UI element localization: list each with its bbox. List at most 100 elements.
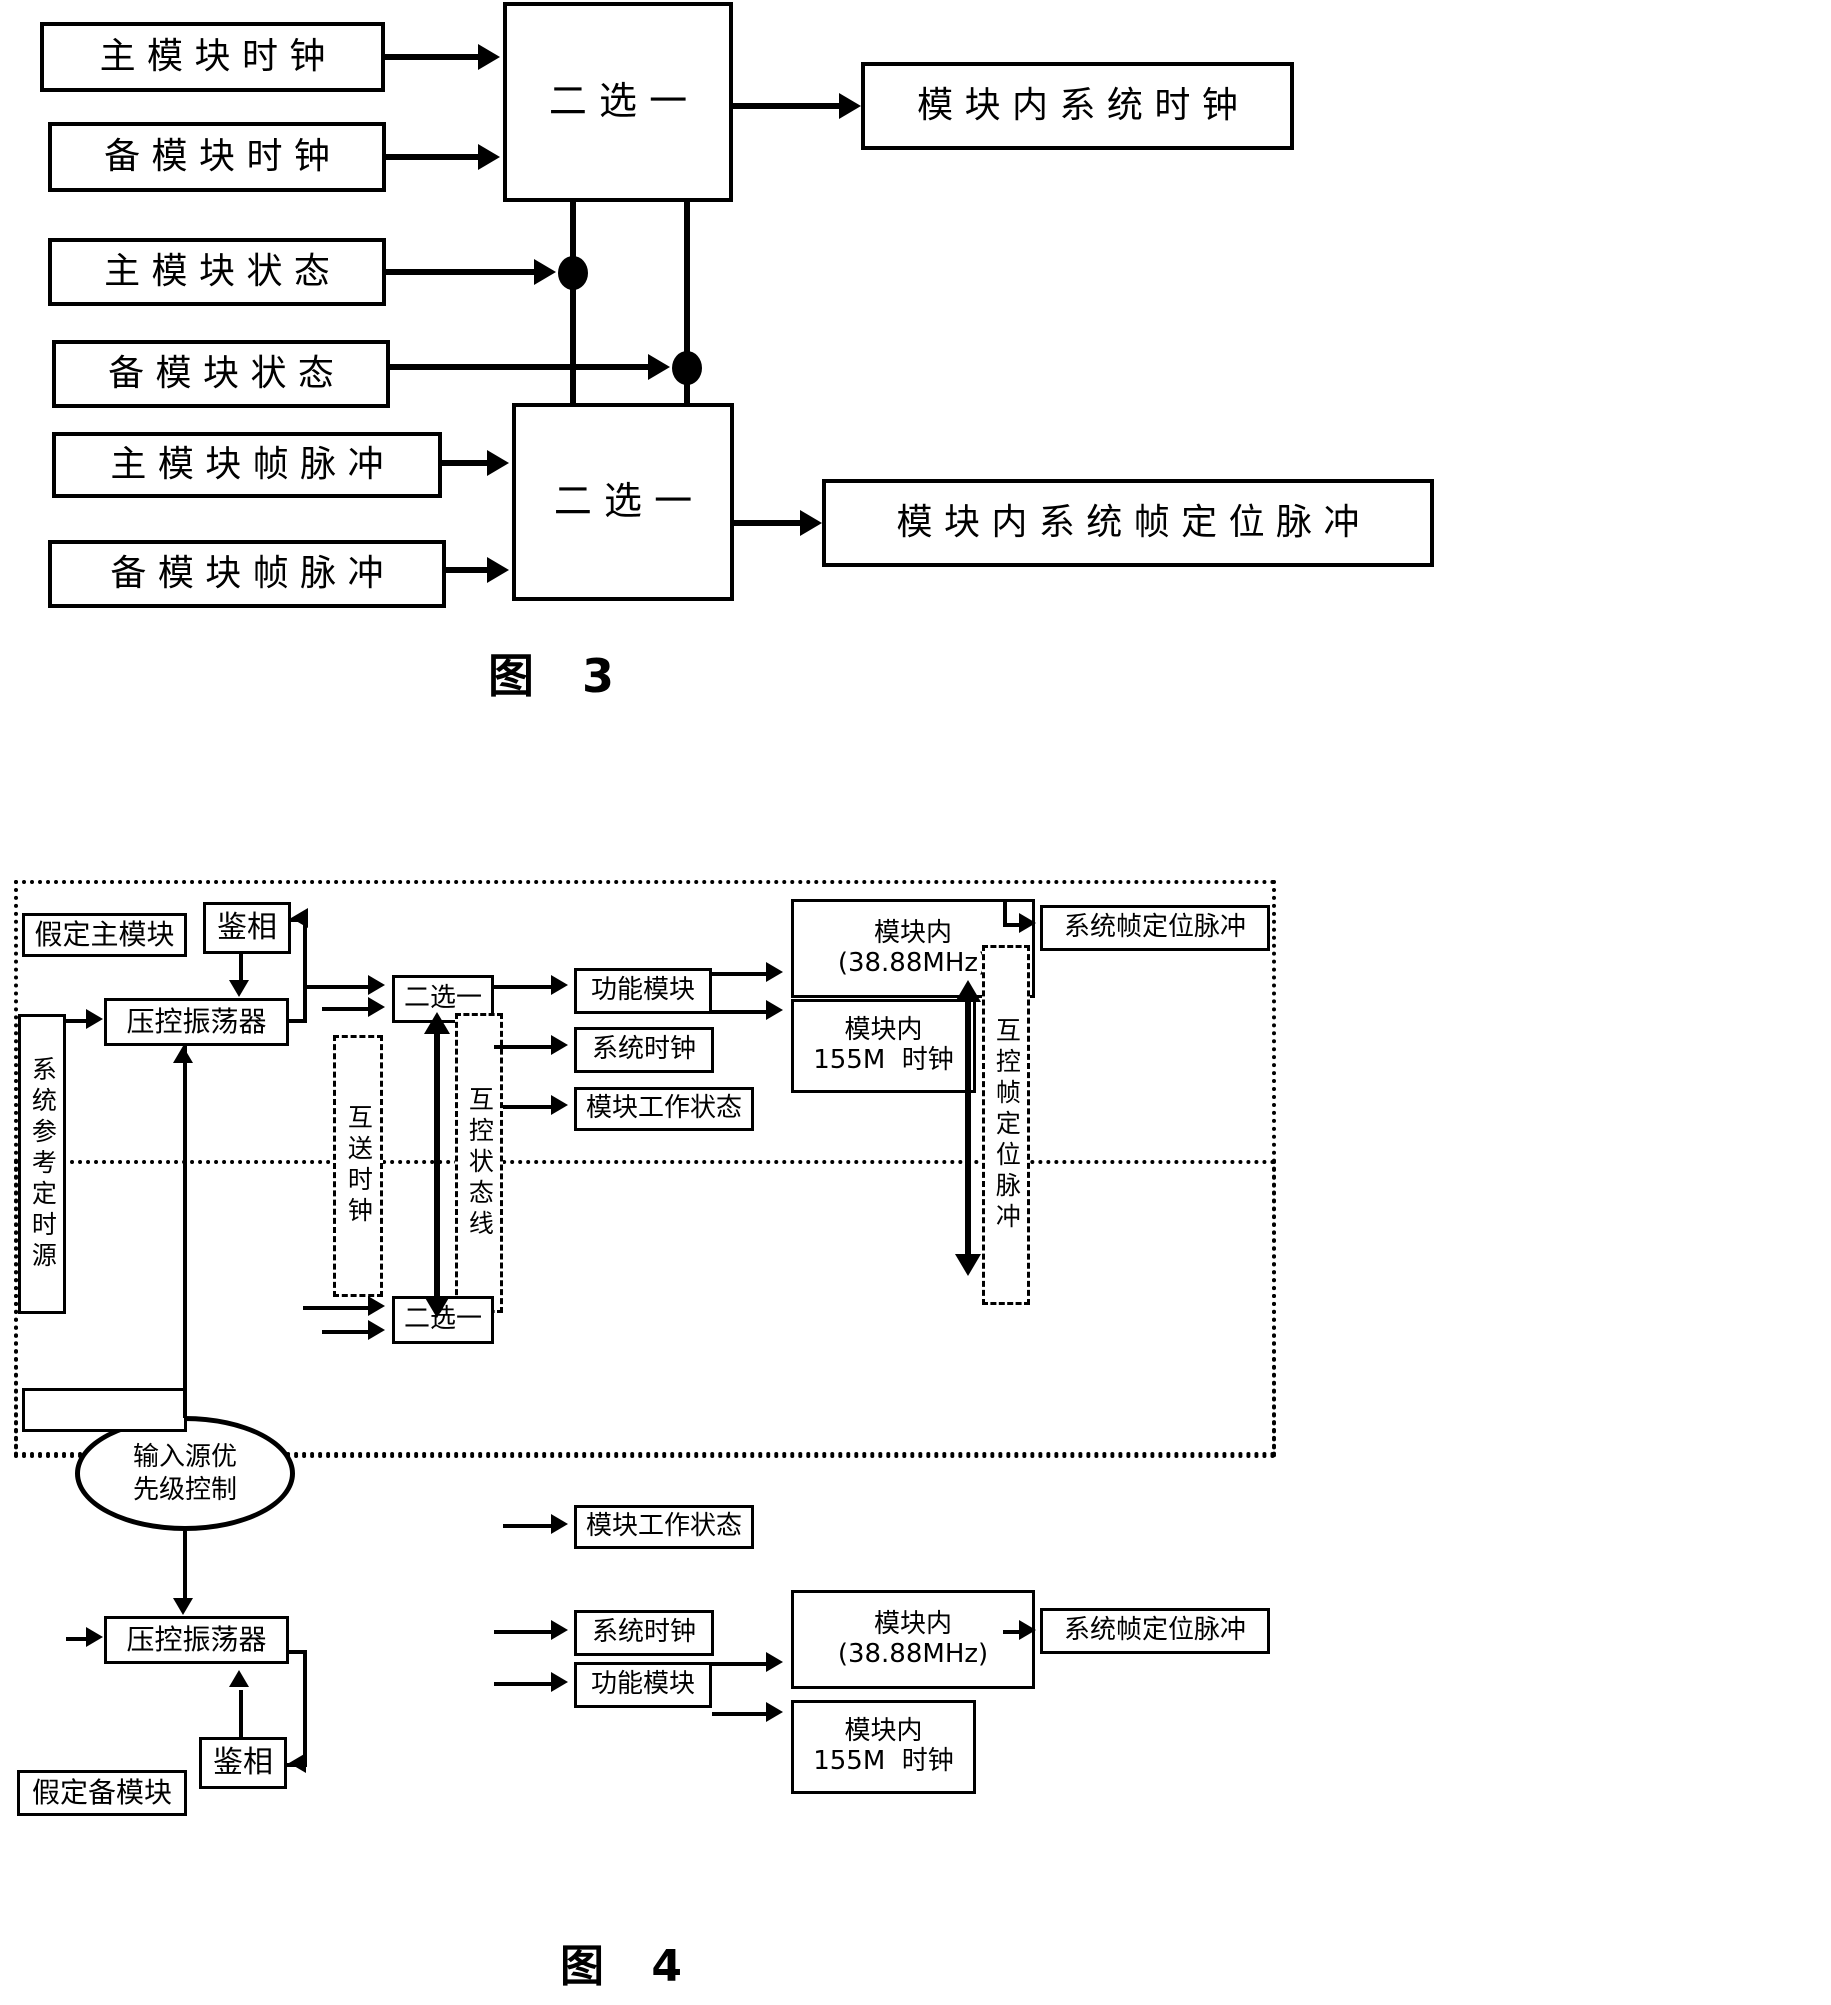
arrow-mutual-frame-pulse-up <box>955 980 981 1002</box>
line-dot2-down <box>684 381 690 407</box>
line-priority-to-vco-bottom <box>183 1531 187 1601</box>
selector-box-bottom: 二 选 一 <box>512 403 734 601</box>
line-standby-frame-pulse <box>446 567 490 573</box>
figure-3-caption: 图 3 <box>488 649 631 703</box>
junction-dot-standby-status <box>672 351 702 385</box>
line-pd-bottom-feedback-v <box>303 1650 307 1763</box>
arrow-38m-bottom-to-out <box>1019 1620 1036 1640</box>
arrow-standby-frame-pulse <box>487 557 509 583</box>
selector-label: 二 选 一 <box>548 79 688 124</box>
output-label: 模 块 内 系 统 帧 定 位 脉 冲 <box>896 502 1360 544</box>
line-sel-bottom-to-fn <box>494 1682 552 1686</box>
arrow-fn-bottom-to-155m <box>766 1702 783 1722</box>
line-selector2-up <box>684 200 690 354</box>
input-label: 主 模 块 状 态 <box>104 251 330 293</box>
mutual-state-line-label: 互控状态线 <box>465 1085 495 1241</box>
arrow-mutual-frame-pulse-down <box>955 1254 981 1276</box>
vco-top: 压控振荡器 <box>104 998 289 1046</box>
inner-155m-line2: 155M 时钟 <box>813 1746 954 1776</box>
system-clock-bottom: 系统时钟 <box>574 1610 714 1656</box>
input-priority-control-ellipse: 输入源优 先级控制 <box>75 1416 295 1531</box>
input-box-main-module-frame-pulse: 主 模 块 帧 脉 冲 <box>52 432 442 498</box>
arrow-sel-top-to-sysclk <box>551 1035 568 1055</box>
function-module-bottom: 功能模块 <box>574 1662 712 1708</box>
line-fn-top-to-38m <box>712 972 768 976</box>
system-ref-label: 系统参考定时源 <box>28 1055 58 1273</box>
assumed-main-module-box: 假定主模块 <box>22 913 187 957</box>
selector-label: 二 选 一 <box>553 479 693 524</box>
line-fn-bottom-to-38m <box>712 1662 768 1666</box>
arrow-standby-status <box>648 354 670 380</box>
system-reference-timing-source: 系统参考定时源 <box>18 1014 66 1314</box>
vco-label: 压控振荡器 <box>126 1004 267 1038</box>
frame-pulse-out-label: 系统帧定位脉冲 <box>1063 912 1246 943</box>
inner-155m-bottom: 模块内 155M 时钟 <box>791 1700 976 1794</box>
arrow-main-status <box>534 259 556 285</box>
line-other-to-sel-bottom <box>322 1330 369 1334</box>
line-dot-down <box>570 286 576 406</box>
arrow-mutual-state-up <box>424 1012 450 1034</box>
phase-detector-label: 鉴相 <box>213 1744 273 1780</box>
selector-label: 二选一 <box>403 983 482 1014</box>
input-label: 主 模 块 时 钟 <box>99 36 326 78</box>
frame-pulse-out-top: 系统帧定位脉冲 <box>1040 905 1270 951</box>
arrow-fn-top-to-38m <box>766 962 783 982</box>
phase-detector-label: 鉴相 <box>217 909 277 945</box>
input-box-main-module-status: 主 模 块 状 态 <box>48 238 386 306</box>
frame-pulse-out-label: 系统帧定位脉冲 <box>1063 1615 1246 1646</box>
line-main-frame-pulse <box>442 460 490 466</box>
line-38m-top-up <box>1003 899 1007 923</box>
line-vco-bottom-out <box>289 1650 307 1654</box>
assumed-standby-module-box <box>22 1388 187 1432</box>
output-box-module-system-clock: 模 块 内 系 统 时 钟 <box>861 62 1294 150</box>
vco-bottom: 压控振荡器 <box>104 1616 289 1664</box>
phase-detector-top: 鉴相 <box>203 902 291 954</box>
line-standby-clock <box>386 154 480 160</box>
module-status-label: 模块工作状态 <box>585 1093 742 1124</box>
system-clock-label: 系统时钟 <box>591 1617 696 1648</box>
line-sel-top-to-status <box>503 1105 553 1109</box>
frame-pulse-out-bottom: 系统帧定位脉冲 <box>1040 1608 1270 1654</box>
output-box-module-frame-pulse: 模 块 内 系 统 帧 定 位 脉 冲 <box>822 479 1434 567</box>
arrow-fn-bottom-to-38m <box>766 1652 783 1672</box>
mutual-frame-pulse-label: 互控帧定位脉冲 <box>992 1016 1022 1234</box>
mutual-clock-label: 互送时钟 <box>344 1104 374 1228</box>
arrow-pd-bottom-to-vco <box>229 1670 249 1687</box>
inner-38mhz-line2: (38.88MHz) <box>837 1638 989 1669</box>
arrow-sel-top-to-fn <box>551 975 568 995</box>
arrow-other-to-sel-top <box>368 997 385 1017</box>
vco-label: 压控振荡器 <box>126 1622 267 1656</box>
arrow-standby-clock <box>478 144 500 170</box>
arrow-pd-top-feedback <box>291 908 308 928</box>
line-selector-top-down <box>570 200 576 260</box>
line-mutual-frame-pulse <box>965 998 971 1258</box>
input-box-main-module-clock: 主 模 块 时 钟 <box>40 22 385 92</box>
line-vco-top-to-sel <box>303 985 369 989</box>
output-label: 模 块 内 系 统 时 钟 <box>917 85 1238 127</box>
function-module-label: 功能模块 <box>590 975 695 1006</box>
function-module-top: 功能模块 <box>574 968 712 1014</box>
inner-155m-line1: 模块内 <box>844 1716 923 1747</box>
module-status-label: 模块工作状态 <box>585 1511 742 1542</box>
arrow-vco-top-to-sel <box>368 975 385 995</box>
input-label: 主 模 块 帧 脉 冲 <box>110 444 384 486</box>
arrow-priority-to-vco-bottom <box>173 1598 193 1615</box>
assumed-standby-module-label: 假定备模块 <box>31 1775 172 1809</box>
arrow-38m-top-to-out <box>1019 913 1036 933</box>
line-selector-top-out <box>733 103 841 109</box>
line-vco-top-branch <box>303 985 307 1021</box>
line-priority-from-top <box>183 1046 187 1418</box>
inner-38mhz-line1: 模块内 <box>873 1608 952 1639</box>
input-label: 备 模 块 时 钟 <box>104 136 330 178</box>
line-sysref-to-vco-top <box>66 1019 88 1023</box>
input-label: 备 模 块 帧 脉 冲 <box>110 553 384 595</box>
arrow-sysref-to-vco-bottom <box>86 1627 103 1647</box>
module-status-bottom: 模块工作状态 <box>574 1505 754 1549</box>
arrow-mutual-state-down <box>424 1296 450 1318</box>
line-main-clock <box>385 54 480 60</box>
arrow-selector-bottom-out <box>800 510 822 536</box>
line-vco-bottom-to-sel <box>303 1306 369 1310</box>
line-standby-status <box>390 364 650 370</box>
selector-box-top: 二 选 一 <box>503 2 733 202</box>
figure-4-outer-region-bottom <box>14 1160 1276 1456</box>
